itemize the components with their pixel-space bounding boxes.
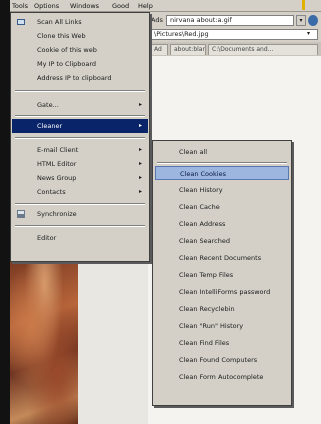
submenu-arrow-icon: ▸: [138, 101, 142, 108]
menu-item-label: Address IP to clipboard: [37, 74, 112, 82]
menu-item-cleaner[interactable]: Cleaner ▸: [12, 119, 148, 133]
menu-item-label: E-mail Client: [37, 146, 79, 154]
tools-menu: Scan All Links Clone this Web Cookie of …: [10, 12, 150, 262]
tab-about-blank[interactable]: about:blank: [170, 44, 206, 55]
accent-marker: [302, 0, 305, 10]
path-input[interactable]: \Pictures\Red.jpg: [150, 29, 318, 40]
go-icon[interactable]: [308, 15, 318, 26]
menu-item-label: News Group: [37, 174, 77, 182]
menu-item-label: Editor: [37, 234, 57, 242]
menu-separator: [15, 90, 145, 92]
tab-ad[interactable]: Ad: [150, 44, 168, 55]
address-dropdown-button[interactable]: ▾: [296, 15, 306, 26]
menu-separator: [15, 115, 145, 117]
menu-item-my-ip-to-clipboard[interactable]: My IP to Clipboard: [12, 57, 148, 71]
menu-good[interactable]: Good: [112, 2, 129, 10]
menu-tools[interactable]: Tools: [12, 2, 28, 10]
address-label: Ads: [151, 16, 163, 24]
menu-separator: [15, 203, 145, 205]
menu-item-scan-all-links[interactable]: Scan All Links: [12, 15, 148, 29]
menu-item-label: Cookie of this web: [37, 46, 97, 54]
address-input[interactable]: nirvana about:a.gif: [166, 15, 294, 26]
submenu-arrow-icon: ▸: [138, 146, 142, 153]
menu-item-clone-this-web[interactable]: Clone this Web: [12, 29, 148, 43]
menu-item-label: HTML Editor: [37, 160, 77, 168]
menu-separator: [15, 225, 145, 227]
submenu-arrow-icon: ▸: [138, 122, 142, 129]
menu-item-email-client[interactable]: E-mail Client ▸: [12, 143, 148, 157]
submenu-item-clean-all[interactable]: Clean all: [155, 145, 289, 159]
desktop-background: [0, 0, 10, 424]
menu-item-label: Clone this Web: [37, 32, 86, 40]
submenu-item-clean-history[interactable]: Clean History: [155, 183, 289, 197]
sync-icon: [17, 210, 25, 218]
submenu-item-clean-run-history[interactable]: Clean "Run" History: [155, 319, 289, 333]
submenu-item-clean-searched[interactable]: Clean Searched: [155, 234, 289, 248]
submenu-item-clean-temp-files[interactable]: Clean Temp Files: [155, 268, 289, 282]
menu-item-label: Scan All Links: [37, 18, 82, 26]
menu-item-editor[interactable]: Editor: [12, 231, 148, 245]
path-dropdown-icon[interactable]: ▾: [307, 30, 310, 37]
menu-item-synchronize[interactable]: Synchronize: [12, 207, 148, 221]
menu-separator: [15, 137, 145, 139]
menu-item-html-editor[interactable]: HTML Editor ▸: [12, 157, 148, 171]
submenu-item-clean-cache[interactable]: Clean Cache: [155, 200, 289, 214]
photo-image: [10, 262, 78, 424]
submenu-item-clean-form-autocomplete[interactable]: Clean Form Autocomplete: [155, 370, 289, 384]
menu-bar: Tools Options Windows Good Help: [10, 0, 321, 12]
submenu-arrow-icon: ▸: [138, 188, 142, 195]
submenu-item-clean-recent-documents[interactable]: Clean Recent Documents: [155, 251, 289, 265]
submenu-item-clean-find-files[interactable]: Clean Find Files: [155, 336, 289, 350]
menu-item-label: Cleaner: [37, 122, 63, 130]
menu-windows[interactable]: Windows: [70, 2, 99, 10]
submenu-item-clean-intelliforms-password[interactable]: Clean IntelliForms password: [155, 285, 289, 299]
menu-item-address-ip-to-clipboard[interactable]: Address IP to clipboard: [12, 71, 148, 85]
menu-separator: [157, 162, 287, 164]
menu-item-label: Contacts: [37, 188, 66, 196]
submenu-item-clean-address[interactable]: Clean Address: [155, 217, 289, 231]
scan-icon: [17, 19, 25, 25]
submenu-arrow-icon: ▸: [138, 160, 142, 167]
menu-item-label: My IP to Clipboard: [37, 60, 97, 68]
menu-item-label: Gate...: [37, 101, 59, 109]
menu-item-cookie-of-this-web[interactable]: Cookie of this web: [12, 43, 148, 57]
menu-item-label: Synchronize: [37, 210, 77, 218]
cleaner-submenu: Clean all Clean Cookies Clean History Cl…: [152, 140, 292, 406]
menu-options[interactable]: Options: [34, 2, 59, 10]
submenu-arrow-icon: ▸: [138, 174, 142, 181]
submenu-item-clean-recyclebin[interactable]: Clean Recyclebin: [155, 302, 289, 316]
tab-documents[interactable]: C:\Documents and...: [208, 44, 318, 55]
menu-help[interactable]: Help: [138, 2, 153, 10]
menu-item-news-group[interactable]: News Group ▸: [12, 171, 148, 185]
menu-item-gate[interactable]: Gate... ▸: [12, 98, 148, 112]
menu-item-contacts[interactable]: Contacts ▸: [12, 185, 148, 199]
submenu-item-clean-found-computers[interactable]: Clean Found Computers: [155, 353, 289, 367]
submenu-item-clean-cookies[interactable]: Clean Cookies: [155, 166, 289, 180]
